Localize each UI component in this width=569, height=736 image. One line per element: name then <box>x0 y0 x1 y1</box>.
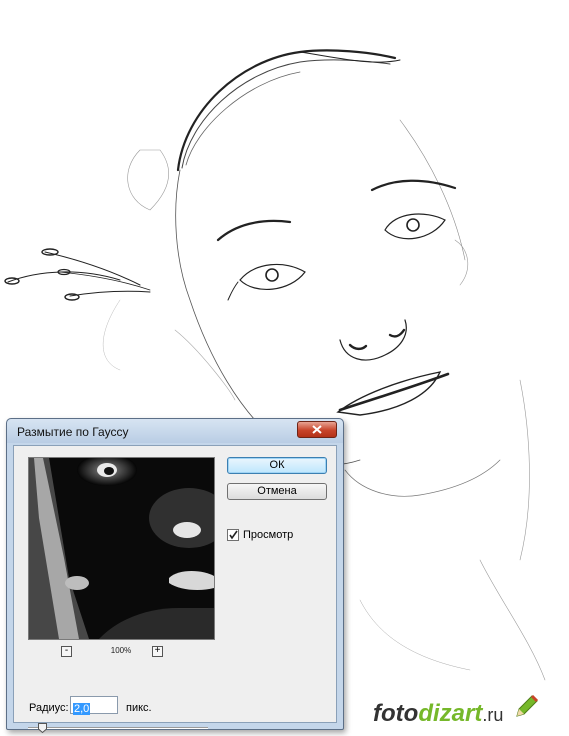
zoom-level: 100% <box>110 646 132 655</box>
preview-image[interactable] <box>28 457 215 640</box>
radius-label: Радиус: <box>29 702 69 714</box>
hair-outline <box>176 49 397 172</box>
right-eyebrow <box>370 179 457 192</box>
radius-input[interactable]: 2,0 <box>70 696 118 715</box>
preview-label: Просмотр <box>243 529 294 541</box>
radius-slider-track[interactable] <box>28 727 208 729</box>
zoom-out-button[interactable]: - <box>61 646 72 657</box>
checkmark-icon <box>229 530 238 540</box>
radius-value: 2,0 <box>73 703 91 715</box>
close-button[interactable] <box>297 421 337 438</box>
dialog-title: Размытие по Гауссу <box>17 425 129 439</box>
nose <box>339 319 407 361</box>
gaussian-blur-dialog: Размытие по Гауссу - 100% + ОК Отмена Пр… <box>6 418 344 733</box>
preview-checkbox[interactable] <box>227 529 239 541</box>
close-icon <box>312 425 322 434</box>
dialog-titlebar[interactable]: Размытие по Гауссу <box>7 419 343 443</box>
left-eye <box>239 263 306 291</box>
preview-face-image <box>29 458 214 639</box>
zoom-in-button[interactable]: + <box>152 646 163 657</box>
left-eyebrow <box>216 219 292 242</box>
radius-unit: пикс. <box>126 702 152 714</box>
ok-button[interactable]: ОК <box>227 457 327 474</box>
radius-slider-thumb[interactable] <box>38 723 48 733</box>
right-eye <box>384 213 446 240</box>
cancel-button[interactable]: Отмена <box>227 483 327 500</box>
site-logo: fotodizart.ru <box>373 700 504 727</box>
dialog-body: - 100% + ОК Отмена Просмотр Радиус: 2,0 … <box>13 445 337 733</box>
pencil-icon <box>516 694 539 717</box>
flower <box>127 149 169 211</box>
